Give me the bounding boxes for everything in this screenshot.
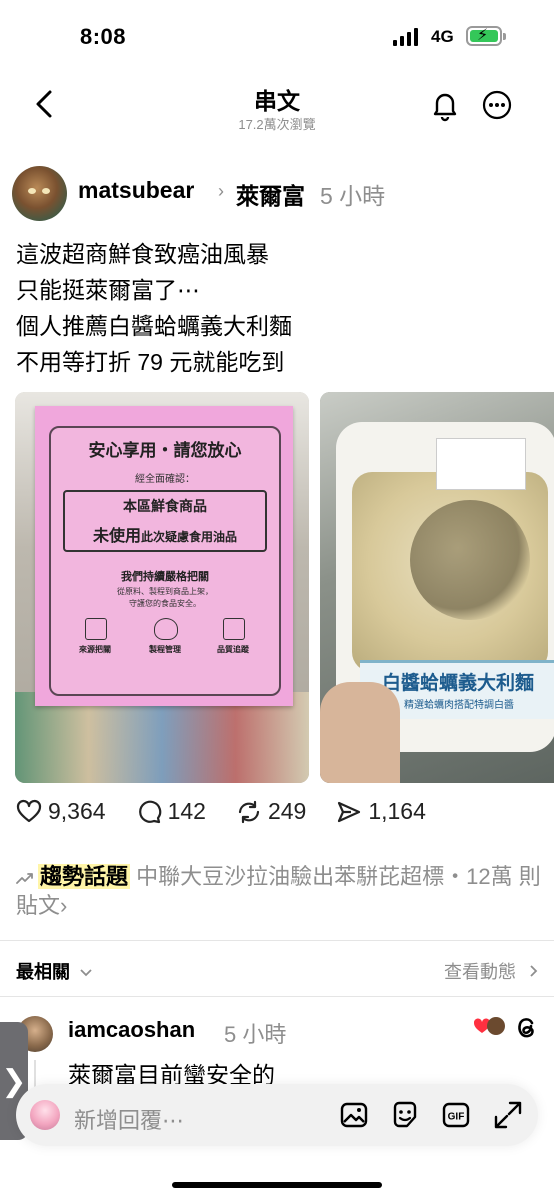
notice-line2: 未使用此次疑慮食用油品 bbox=[63, 522, 267, 546]
notice-line2-rest: 此次疑慮食用油品 bbox=[141, 530, 238, 544]
activity-label: 查看動態 bbox=[444, 962, 516, 982]
product-subtitle: 精選蛤蠣肉搭配特調白醬 bbox=[404, 700, 514, 711]
expand-icon[interactable] bbox=[492, 1099, 524, 1131]
chevron-right-icon bbox=[530, 965, 538, 977]
notice-icon3-label: 品質追蹤 bbox=[217, 645, 249, 654]
notice-line2-bold: 未使用 bbox=[92, 528, 141, 545]
repost-button[interactable]: 249 bbox=[236, 798, 306, 825]
comment-button[interactable]: 142 bbox=[136, 798, 206, 825]
repost-icon bbox=[238, 800, 260, 823]
heart-icon bbox=[16, 799, 42, 822]
status-time: 8:08 bbox=[80, 24, 127, 49]
send-icon bbox=[338, 801, 361, 822]
reply-time: 5 小時 bbox=[224, 1022, 287, 1047]
chevron-down-icon bbox=[80, 969, 92, 977]
image-icon[interactable] bbox=[338, 1099, 370, 1131]
chevron-right-icon: › bbox=[218, 181, 224, 201]
comment-count: 142 bbox=[167, 798, 206, 824]
network-type: 4G bbox=[431, 27, 454, 46]
trending-topic[interactable]: 趨勢話題 中聯大豆沙拉油驗出苯駢芘超標・12萬 則貼文› bbox=[16, 862, 546, 920]
threads-logo-icon bbox=[518, 1018, 534, 1038]
trending-label: 趨勢話題 bbox=[38, 864, 131, 889]
post-time: 5 小時 bbox=[320, 183, 386, 209]
notice-commit: 我們持續嚴格把關 bbox=[121, 571, 209, 583]
page-title: 串文 bbox=[254, 88, 300, 114]
like-count: 9,364 bbox=[48, 798, 106, 824]
bell-icon[interactable] bbox=[428, 88, 462, 122]
share-count: 1,164 bbox=[368, 798, 426, 824]
product-name: 白醬蛤蠣義大利麵 bbox=[382, 673, 535, 694]
view-activity-link[interactable]: 查看動態 bbox=[444, 958, 539, 984]
pan-icon bbox=[154, 618, 178, 640]
post-line: 個人推薦白醬蛤蠣義大利麵 bbox=[16, 313, 292, 339]
post-community[interactable]: 萊爾富 bbox=[236, 177, 305, 211]
my-avatar bbox=[30, 1100, 60, 1130]
divider bbox=[0, 940, 554, 941]
magnifier-doc-icon bbox=[223, 618, 245, 640]
sort-dropdown[interactable]: 最相關 bbox=[16, 958, 93, 984]
repost-count: 249 bbox=[267, 798, 307, 824]
author-avatar[interactable] bbox=[12, 166, 67, 221]
more-options-icon[interactable] bbox=[480, 88, 514, 122]
comment-icon bbox=[138, 800, 161, 823]
notice-confirm: 經全面確認： bbox=[135, 474, 195, 485]
liked-by-author-icon bbox=[473, 1017, 505, 1035]
author-username[interactable]: matsubear bbox=[78, 177, 194, 204]
thread-line bbox=[34, 1060, 36, 1088]
battery-icon: ⚡ bbox=[466, 26, 506, 46]
post-image-pasta[interactable]: 白醬蛤蠣義大利麵 精選蛤蠣肉搭配特調白醬 79 bbox=[320, 392, 554, 783]
view-count: 17.2萬次瀏覽 bbox=[238, 117, 316, 132]
chevron-right-icon: › bbox=[60, 893, 68, 918]
like-button[interactable]: 9,364 bbox=[16, 798, 106, 825]
post-line: 這波超商鮮食致癌油風暴 bbox=[16, 241, 269, 267]
notice-title: 安心享用・請您放心 bbox=[88, 441, 242, 460]
chevron-right-icon: ❯ bbox=[1, 1064, 27, 1098]
post-actions: 9,364 142 249 1,164 bbox=[16, 798, 456, 825]
notice-line1: 本區鮮食商品 bbox=[123, 498, 207, 514]
post-line: 只能挺萊爾富了⋯ bbox=[16, 277, 200, 303]
sticker-icon[interactable] bbox=[389, 1099, 421, 1131]
divider bbox=[0, 996, 554, 997]
reply-username[interactable]: iamcaoshan bbox=[68, 1017, 195, 1043]
notice-desc1: 從原料、製程到商品上架， bbox=[117, 587, 213, 596]
post-line: 不用等打折 79 元就能吃到 bbox=[16, 349, 285, 375]
home-indicator bbox=[172, 1182, 382, 1188]
clipboard-icon bbox=[85, 618, 107, 640]
post-body: 這波超商鮮食致癌油風暴 只能挺萊爾富了⋯ 個人推薦白醬蛤蠣義大利麵 不用等打折 … bbox=[16, 236, 292, 380]
trending-icon bbox=[16, 873, 33, 885]
notice-desc2: 守護您的食品安全。 bbox=[129, 599, 201, 608]
post-image-notice[interactable]: 安心享用・請您放心 經全面確認： 本區鮮食商品 未使用此次疑慮食用油品 我們持續… bbox=[15, 392, 309, 783]
notice-icon1-label: 來源把關 bbox=[79, 645, 111, 654]
sort-label: 最相關 bbox=[16, 962, 70, 982]
notice-icon2-label: 製程管理 bbox=[149, 645, 181, 654]
svg-text:GIF: GIF bbox=[448, 1112, 465, 1123]
cellular-signal-icon bbox=[393, 28, 418, 46]
reply-input[interactable]: 新增回覆⋯ bbox=[74, 1103, 184, 1135]
gif-icon[interactable]: GIF bbox=[440, 1099, 472, 1131]
share-button[interactable]: 1,164 bbox=[336, 798, 426, 825]
